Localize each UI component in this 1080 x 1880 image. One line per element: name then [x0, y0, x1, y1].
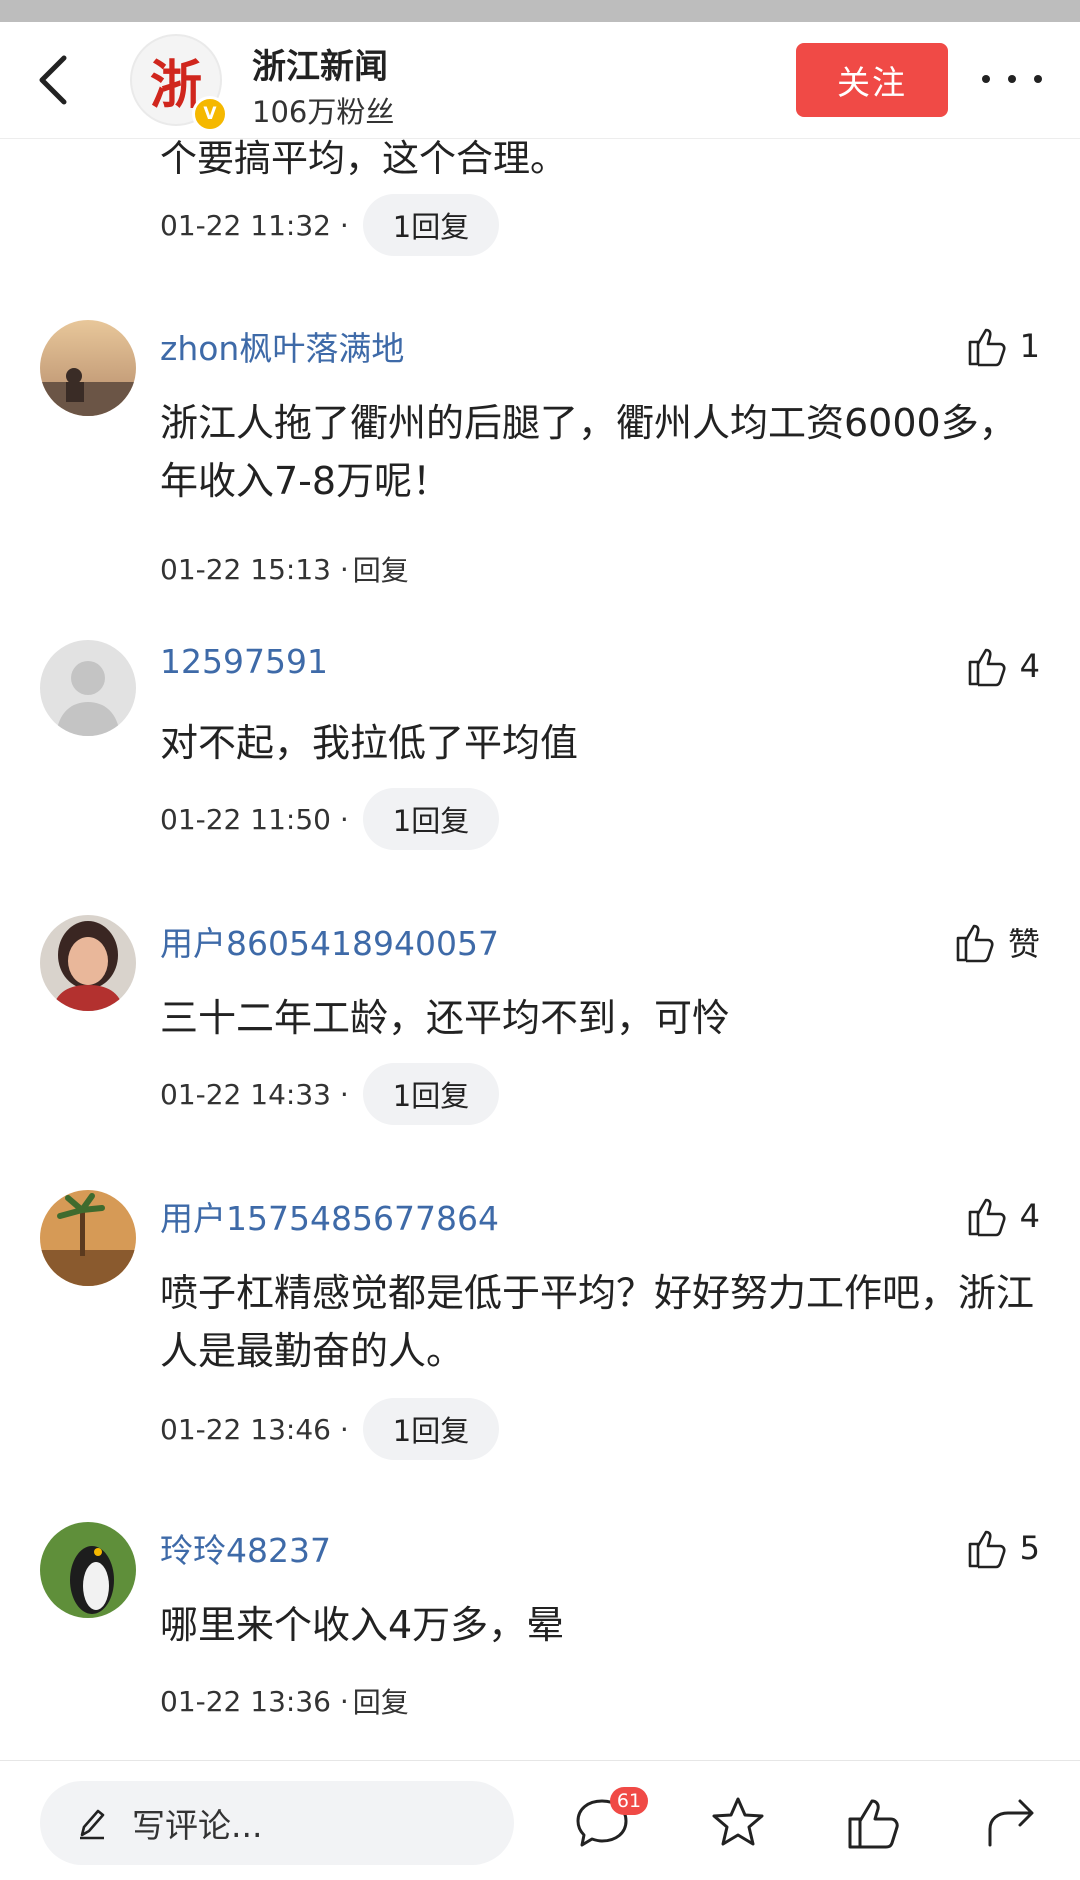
like-button[interactable]: 4 — [966, 1194, 1040, 1238]
like-button[interactable]: 4 — [966, 644, 1040, 688]
comment-time: 01-22 13:36 · — [160, 1684, 349, 1718]
comment-username[interactable]: zhon枫叶落满地 — [160, 322, 404, 370]
comment-username[interactable]: 12597591 — [160, 642, 328, 681]
comment-list: 个要搞平均，这个合理。 01-22 11:32 · 1回复 zhon枫叶落满地 … — [0, 0, 1080, 1760]
thumbs-up-icon — [956, 924, 994, 963]
like-count: 4 — [1019, 647, 1040, 685]
account-avatar[interactable]: 浙 V — [130, 34, 228, 132]
comment-time: 01-22 11:32 · — [160, 208, 349, 242]
account-fans-count: 106万粉丝 — [252, 95, 395, 129]
like-count: 4 — [1019, 1197, 1040, 1235]
like-label: 赞 — [1007, 925, 1040, 963]
reply-count-button[interactable]: 1回复 — [362, 194, 500, 256]
comment-text: 喷子杠精感觉都是低于平均？好好努力工作吧，浙江人是最勤奋的人。 — [160, 1271, 1035, 1373]
write-comment-input[interactable]: 写评论... — [40, 1781, 514, 1865]
account-name[interactable]: 浙江新闻 — [252, 39, 388, 88]
thumbs-up-icon — [848, 1799, 899, 1849]
thumbs-up-icon — [968, 328, 1006, 367]
reply-count-button[interactable]: 1回复 — [362, 1398, 500, 1460]
user-avatar-image — [40, 1190, 136, 1286]
avatar[interactable] — [40, 915, 136, 1011]
back-arrow-icon — [39, 55, 67, 105]
reply-button[interactable]: 回复 — [353, 549, 409, 589]
dot-icon — [1034, 75, 1042, 83]
comment-meta: 01-22 14:33 · 1回复 — [160, 1063, 500, 1125]
share-button[interactable] — [978, 1791, 1042, 1855]
comment-time: 01-22 14:33 · — [160, 1077, 349, 1111]
dot-icon — [982, 75, 990, 83]
header: 浙 V 浙江新闻 106万粉丝 关注 — [0, 22, 1080, 139]
like-article-button[interactable] — [842, 1791, 906, 1855]
more-options-button[interactable] — [982, 64, 1042, 94]
comment-count-badge: 61 — [610, 1787, 648, 1815]
verified-badge-icon: V — [192, 96, 228, 132]
like-count: 5 — [1019, 1529, 1040, 1567]
like-count: 1 — [1019, 327, 1040, 365]
comment-text: 对不起，我拉低了平均值 — [160, 721, 579, 765]
avatar[interactable] — [40, 640, 136, 736]
comment-text: 三十二年工龄，还平均不到，可怜 — [160, 996, 731, 1040]
comment-text: 哪里来个收入4万多，晕 — [160, 1603, 565, 1647]
comment-meta: 01-22 13:36 · 回复 — [160, 1670, 409, 1732]
follow-button[interactable]: 关注 — [796, 43, 948, 117]
user-avatar-image — [40, 915, 136, 1011]
comment-username[interactable]: 玲玲48237 — [160, 1524, 331, 1572]
star-icon — [712, 1797, 764, 1846]
user-avatar-image — [40, 320, 136, 416]
thumbs-up-icon — [968, 1198, 1006, 1237]
comment-time: 01-22 13:46 · — [160, 1412, 349, 1446]
thumbs-up-icon — [968, 648, 1006, 687]
thumbs-up-icon — [968, 1530, 1006, 1569]
back-button[interactable] — [30, 50, 86, 110]
comment-username[interactable]: 用户8605418940057 — [160, 917, 499, 965]
comment-username[interactable]: 用户1575485677864 — [160, 1192, 499, 1240]
favorite-button[interactable] — [706, 1791, 770, 1855]
comment-text: 浙江人拖了衢州的后腿了，衢州人均工资6000多，年收入7-8万呢！ — [160, 401, 1017, 503]
comment-time: 01-22 11:50 · — [160, 802, 349, 836]
comment-time: 01-22 15:13 · — [160, 552, 349, 586]
user-avatar-image — [40, 1522, 136, 1618]
comment-meta: 01-22 13:46 · 1回复 — [160, 1398, 500, 1460]
reply-button[interactable]: 回复 — [353, 1681, 409, 1721]
reply-count-button[interactable]: 1回复 — [362, 788, 500, 850]
bottom-action-bar: 写评论... 61 — [0, 1760, 1080, 1880]
write-comment-placeholder: 写评论... — [132, 1806, 263, 1845]
dot-icon — [1008, 75, 1016, 83]
reply-count-button[interactable]: 1回复 — [362, 1063, 500, 1125]
share-icon — [988, 1799, 1034, 1847]
avatar[interactable] — [40, 1190, 136, 1286]
like-button[interactable]: 赞 — [954, 919, 1040, 965]
like-button[interactable]: 5 — [966, 1526, 1040, 1570]
default-avatar-image — [40, 640, 136, 736]
comment-meta: 01-22 11:32 · 1回复 — [160, 194, 500, 256]
avatar[interactable] — [40, 320, 136, 416]
avatar[interactable] — [40, 1522, 136, 1618]
pencil-icon — [80, 1809, 105, 1840]
comment-meta: 01-22 11:50 · 1回复 — [160, 788, 500, 850]
comment-meta: 01-22 15:13 · 回复 — [160, 538, 409, 600]
like-button[interactable]: 1 — [966, 324, 1040, 368]
